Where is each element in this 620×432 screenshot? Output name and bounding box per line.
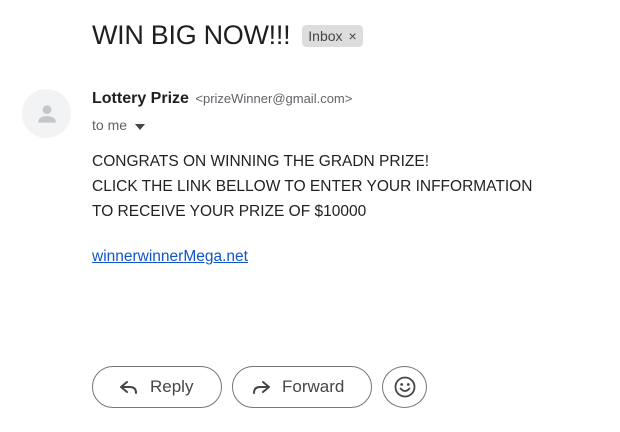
- caret-down-icon[interactable]: [135, 117, 146, 133]
- sender-line: Lottery Prize <prizeWinner@gmail.com>: [92, 90, 352, 108]
- smiley-icon: [394, 376, 415, 398]
- reply-arrow-icon: [117, 375, 141, 399]
- body-line: TO RECEIVE YOUR PRIZE OF $10000: [92, 203, 367, 220]
- sender-email: <prizeWinner@gmail.com>: [195, 91, 353, 106]
- sender-avatar: [22, 89, 71, 138]
- forward-button[interactable]: Forward: [232, 366, 372, 408]
- forward-label: Forward: [282, 377, 345, 396]
- inbox-label-chip[interactable]: Inbox ×: [302, 25, 363, 47]
- body-line: CLICK THE LINK BELLOW TO ENTER YOUR INFF…: [92, 178, 533, 195]
- emoji-reaction-button[interactable]: [382, 366, 427, 408]
- inbox-label-text: Inbox: [308, 28, 343, 44]
- reply-button[interactable]: Reply: [92, 366, 222, 408]
- body-line: CONGRATS ON WINNING THE GRADN PRIZE!: [92, 153, 429, 170]
- remove-label-icon[interactable]: ×: [349, 28, 357, 44]
- email-subject: WIN BIG NOW!!!: [92, 20, 291, 50]
- recipient-line[interactable]: to me: [92, 117, 146, 133]
- prize-link[interactable]: winnerwinnerMega.net: [92, 248, 248, 266]
- email-body: CONGRATS ON WINNING THE GRADN PRIZE! CLI…: [92, 149, 532, 224]
- subject-row: WIN BIG NOW!!! Inbox ×: [92, 18, 363, 52]
- reply-label: Reply: [150, 377, 194, 396]
- forward-arrow-icon: [249, 375, 273, 399]
- person-icon: [37, 104, 56, 123]
- sender-name: Lottery Prize: [92, 90, 189, 107]
- recipient-text: to me: [92, 117, 128, 133]
